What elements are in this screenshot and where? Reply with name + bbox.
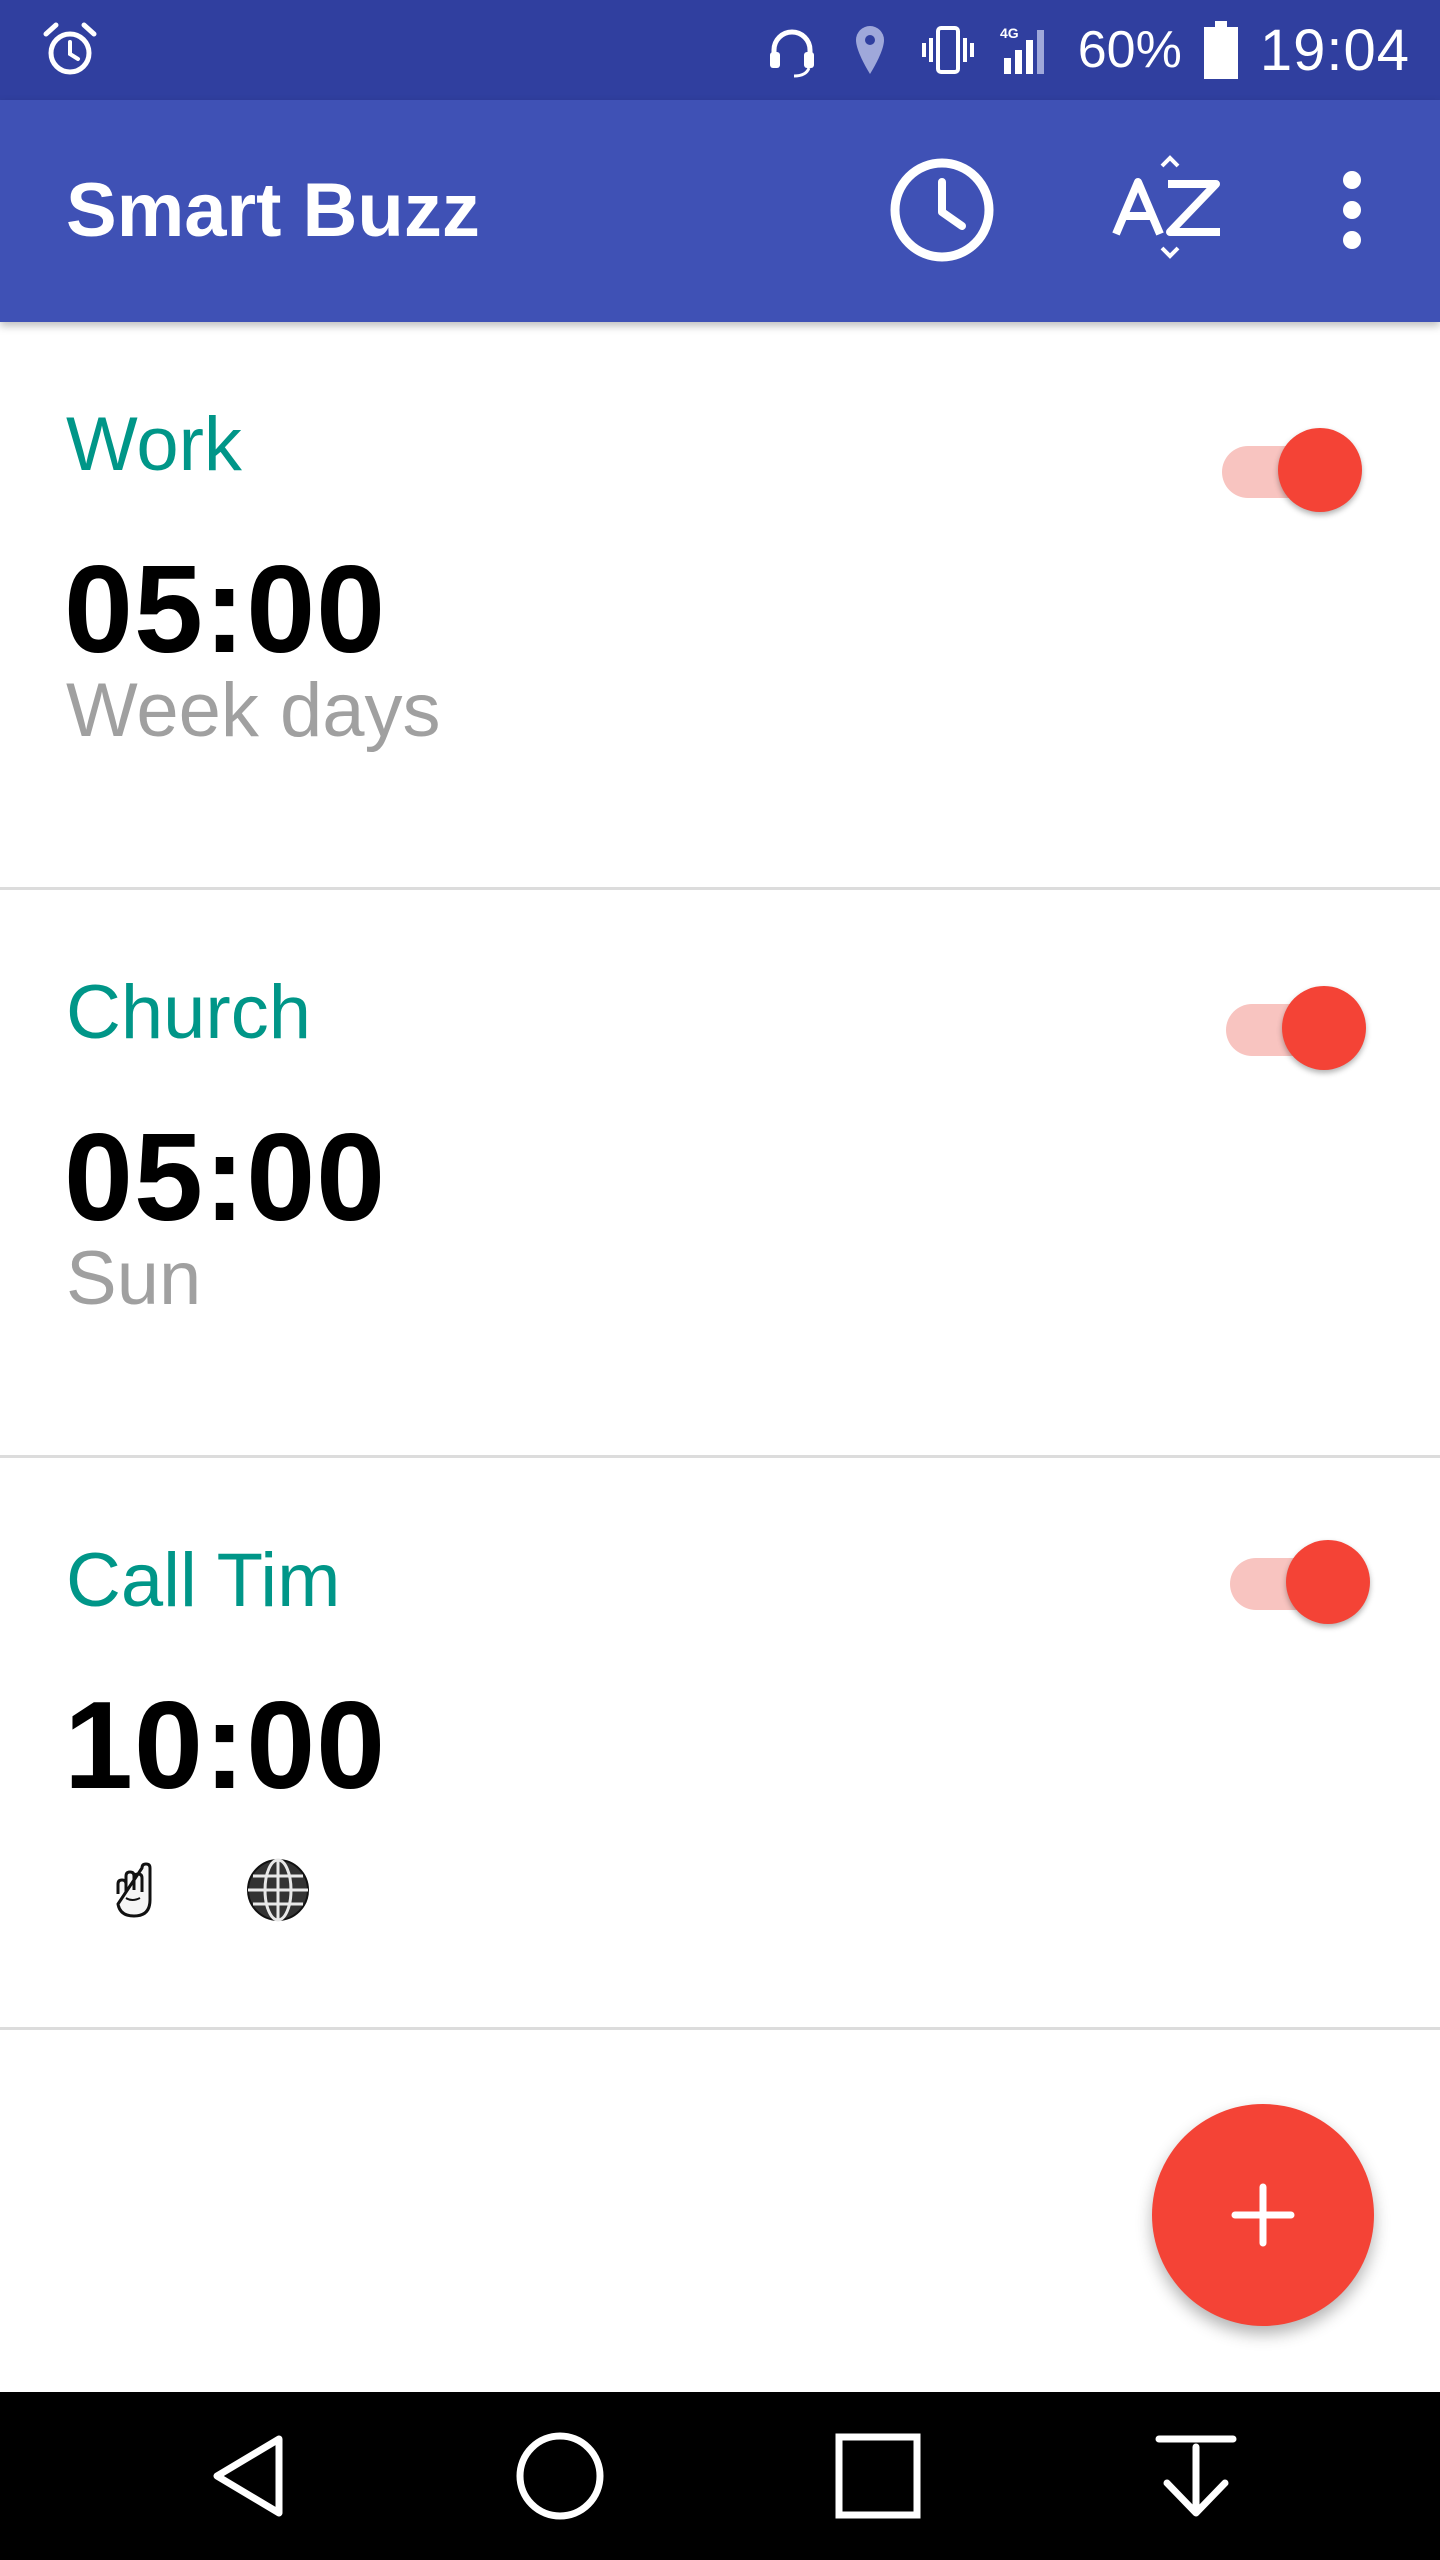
globe-icon [247, 1858, 309, 1922]
alarm-days: Sun [66, 1236, 202, 1321]
toggle-thumb [1282, 986, 1366, 1070]
back-icon [213, 2435, 283, 2517]
alarm-time: 10:00 [64, 1677, 387, 1815]
alarm-item-work[interactable]: Work 05:00 Week days [0, 322, 1440, 890]
system-nav-bar [0, 2392, 1440, 2560]
app-title: Smart Buzz [66, 168, 480, 253]
sort-az-button[interactable] [1108, 150, 1228, 270]
more-vert-icon [1343, 171, 1361, 249]
headset-icon [769, 29, 814, 78]
toggle-thumb [1278, 428, 1362, 512]
back-button[interactable] [186, 2414, 310, 2538]
more-options-button[interactable] [1292, 150, 1412, 270]
status-clock: 19:04 [1259, 17, 1410, 83]
alarm-name: Call Tim [66, 1538, 341, 1623]
alarm-time: 05:00 [64, 541, 387, 679]
alarm-toggle[interactable] [1230, 1532, 1376, 1624]
recents-icon [835, 2433, 921, 2519]
signal-4g-icon: 4G [1000, 25, 1044, 74]
recents-button[interactable] [816, 2414, 940, 2538]
alarm-name: Church [66, 970, 311, 1055]
battery-icon [1203, 21, 1238, 79]
add-alarm-button[interactable] [1152, 2104, 1374, 2326]
location-icon [855, 26, 884, 74]
battery-percent: 60% [1077, 21, 1182, 79]
alarm-name: Work [66, 402, 242, 487]
alarm-time: 05:00 [64, 1109, 387, 1247]
alarm-extras [100, 1854, 314, 1926]
alarm-toggle[interactable] [1226, 978, 1372, 1070]
sort-az-icon [1112, 155, 1220, 259]
network-label: 4G [1000, 25, 1019, 41]
vibrate-icon [921, 26, 974, 74]
app-bar: Smart Buzz [0, 100, 1440, 322]
home-button[interactable] [498, 2414, 622, 2538]
hand-icon [116, 1862, 152, 1918]
alarm-icon [43, 22, 97, 75]
notifications-down-icon [1155, 2435, 1237, 2517]
alarm-days: Week days [66, 668, 441, 753]
status-bar: 4G 60% 19:04 [0, 0, 1440, 100]
alarm-item-call-tim[interactable]: Call Tim 10:00 [0, 1458, 1440, 2030]
toggle-thumb [1286, 1540, 1370, 1624]
notifications-down-button[interactable] [1134, 2414, 1258, 2538]
alarm-item-church[interactable]: Church 05:00 Sun [0, 890, 1440, 1458]
alarm-toggle[interactable] [1222, 420, 1368, 512]
history-button[interactable] [882, 150, 1002, 270]
plus-icon [1231, 2183, 1295, 2247]
home-icon [516, 2432, 604, 2520]
history-icon [890, 158, 994, 262]
